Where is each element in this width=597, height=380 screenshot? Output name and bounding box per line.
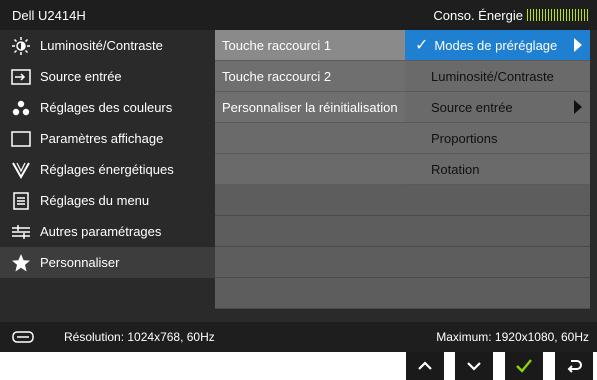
sidebar-menu: Luminosité/Contraste Source entrée Régla…: [0, 30, 215, 278]
status-bar: Résolution: 1024x768, 60Hz Maximum: 1920…: [0, 322, 597, 352]
energy-level-bar: [527, 9, 589, 21]
energy-label: Conso. Énergie: [433, 7, 523, 23]
resolution-text: Résolution: 1024x768, 60Hz: [64, 330, 215, 344]
display-icon: [10, 129, 32, 149]
max-resolution-text: Maximum: 1920x1080, 60Hz: [436, 330, 589, 344]
check-icon: [516, 359, 532, 373]
sidebar-item-menu-settings[interactable]: Réglages du menu: [0, 185, 215, 216]
energy-indicator: Conso. Énergie: [433, 8, 589, 23]
empty-row: [215, 216, 590, 247]
submenu-item-shortcut-key-1[interactable]: Touche raccourci 1: [215, 30, 405, 61]
down-icon: [467, 362, 481, 371]
option-preset-modes[interactable]: ✓ Modes de préréglage: [405, 30, 590, 61]
sidebar-item-brightness-contrast[interactable]: Luminosité/Contraste: [0, 30, 215, 61]
back-icon: [567, 360, 582, 373]
down-button[interactable]: [455, 352, 493, 380]
option-label: Rotation: [431, 161, 480, 177]
up-button[interactable]: [406, 352, 444, 380]
brightness-icon: [10, 36, 32, 56]
sidebar-item-label: Réglages des couleurs: [40, 100, 173, 115]
option-label: Modes de préréglage: [434, 37, 558, 53]
option-label: Luminosité/Contraste: [431, 68, 554, 84]
submenu-empty-row: [215, 154, 405, 185]
lower-empty-rows: [215, 185, 590, 309]
back-button[interactable]: [555, 352, 593, 380]
resolution-icon: [12, 331, 34, 343]
empty-row: [215, 185, 590, 216]
sidebar-item-other-settings[interactable]: Autres paramétrages: [0, 216, 215, 247]
sidebar-item-label: Réglages énergétiques: [40, 162, 174, 177]
other-settings-icon: [10, 222, 32, 242]
option-label: Source entrée: [431, 99, 513, 115]
title-bar: Dell U2414H Conso. Énergie: [0, 0, 597, 30]
osd-menu: Dell U2414H Conso. Énergie Luminosité/Co…: [0, 0, 597, 352]
empty-row: [215, 278, 590, 309]
submenu-item-personalize-reset[interactable]: Personnaliser la réinitialisation: [215, 92, 405, 123]
submenu-empty-row: [215, 123, 405, 154]
options-column: ✓ Modes de préréglage Luminosité/Contras…: [405, 30, 590, 185]
monitor-model: Dell U2414H: [12, 7, 86, 23]
submenu-arrow-icon: [574, 100, 582, 114]
sidebar-item-label: Autres paramétrages: [40, 224, 162, 239]
sidebar-item-personalize[interactable]: Personnaliser: [0, 247, 215, 278]
sidebar-item-label: Source entrée: [40, 69, 122, 84]
up-icon: [418, 361, 432, 370]
button-guide: [0, 352, 597, 380]
submenu-item-shortcut-key-2[interactable]: Touche raccourci 2: [215, 61, 405, 92]
option-rotation[interactable]: Rotation: [405, 154, 590, 185]
sidebar-item-label: Réglages du menu: [40, 193, 150, 208]
option-brightness-contrast[interactable]: Luminosité/Contraste: [405, 61, 590, 92]
energy-icon: [10, 160, 32, 180]
sidebar-item-display-settings[interactable]: Paramètres affichage: [0, 123, 215, 154]
option-aspect-ratio[interactable]: Proportions: [405, 123, 590, 154]
sidebar-item-label: Personnaliser: [40, 255, 120, 270]
sidebar-item-label: Paramètres affichage: [40, 131, 164, 146]
option-input-source[interactable]: Source entrée: [405, 92, 590, 123]
sidebar-item-input-source[interactable]: Source entrée: [0, 61, 215, 92]
option-label: Proportions: [431, 130, 498, 146]
check-icon: ✓: [415, 37, 429, 54]
sidebar-item-color-settings[interactable]: Réglages des couleurs: [0, 92, 215, 123]
confirm-button[interactable]: [505, 352, 543, 380]
input-source-icon: [10, 67, 32, 87]
submenu-arrow-icon: [574, 38, 582, 52]
star-icon: [10, 253, 32, 273]
sidebar-item-energy-settings[interactable]: Réglages énergétiques: [0, 154, 215, 185]
color-dots-icon: [10, 98, 32, 118]
sidebar-item-label: Luminosité/Contraste: [40, 38, 163, 53]
menu-icon: [10, 191, 32, 211]
empty-row: [215, 247, 590, 278]
submenu-column: Touche raccourci 1 Touche raccourci 2 Pe…: [215, 30, 405, 185]
